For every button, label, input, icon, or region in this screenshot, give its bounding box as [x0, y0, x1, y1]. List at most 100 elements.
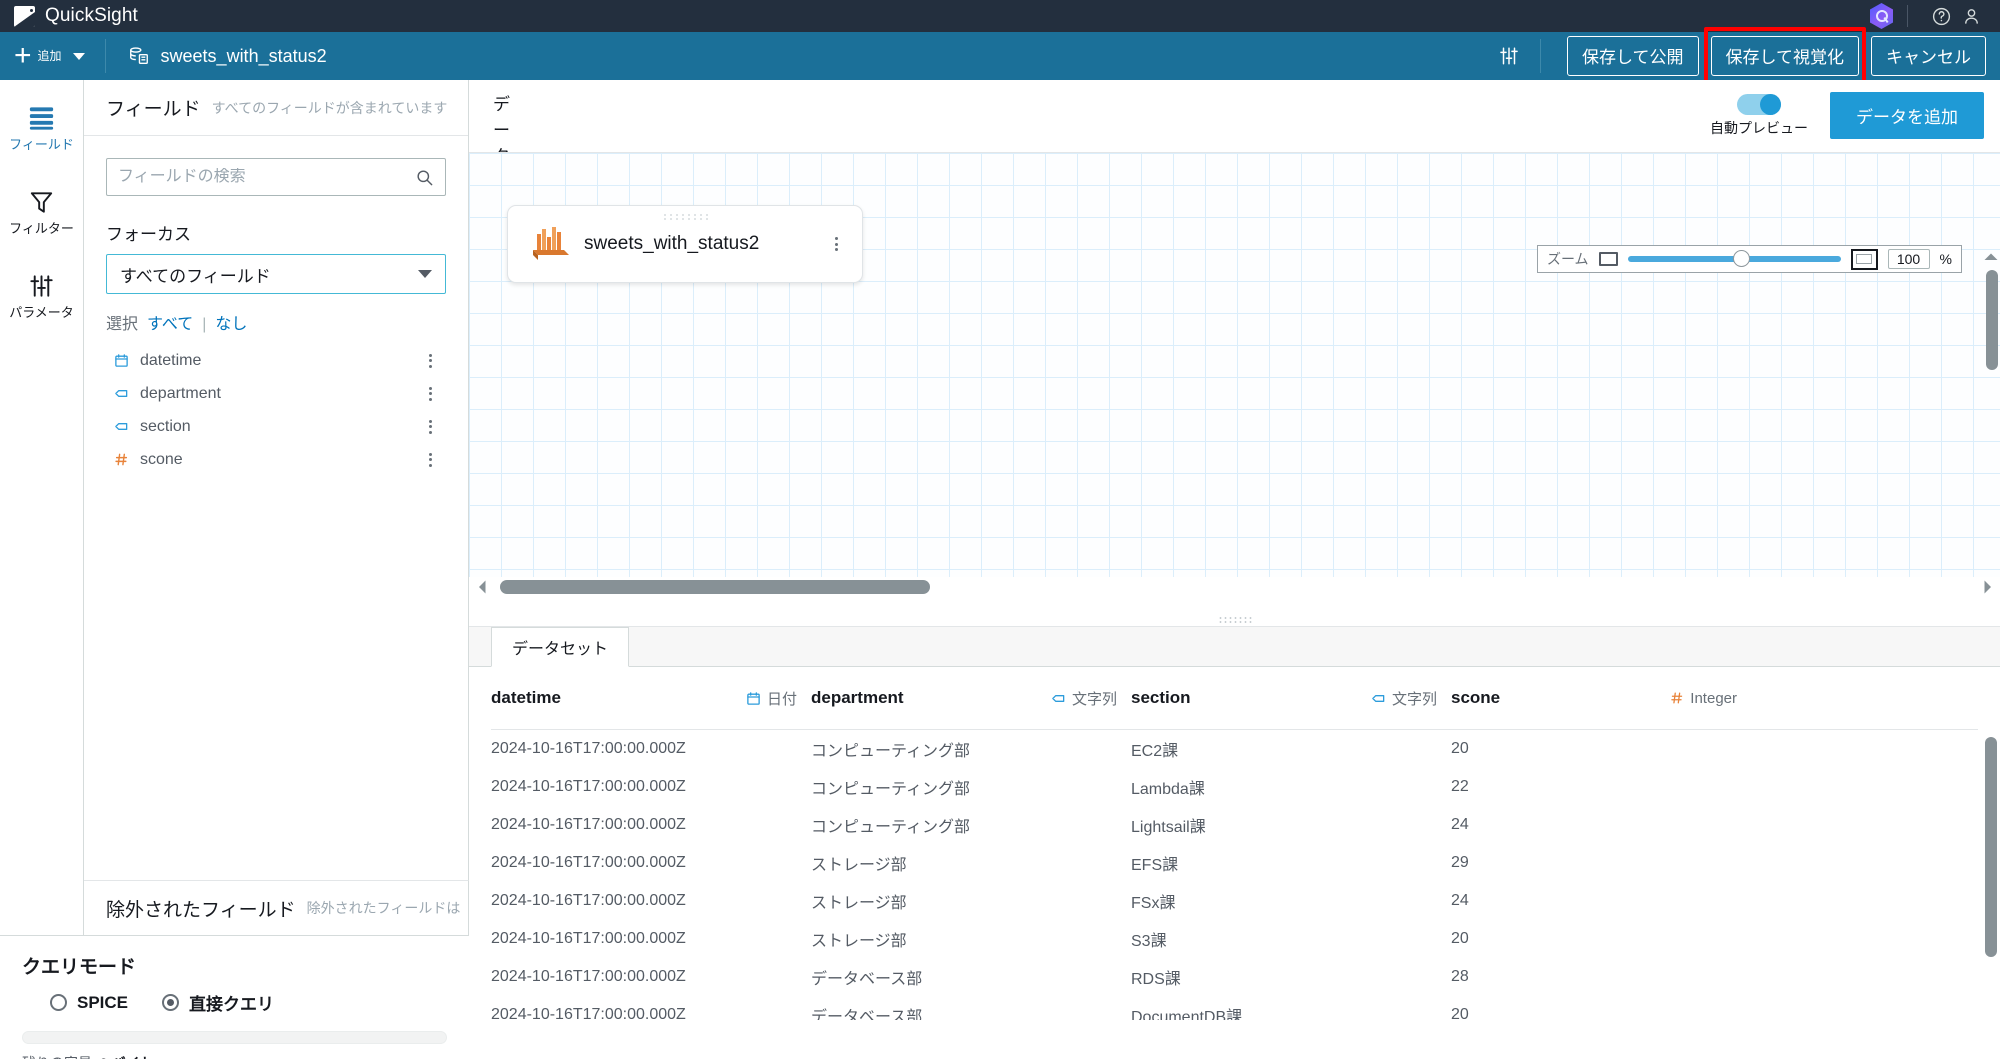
auto-preview-toggle[interactable]: 自動プレビュー [1710, 93, 1808, 138]
table-row[interactable]: 2024-10-16T17:00:00.000Z データベース部 Documen… [469, 996, 2000, 1020]
radio-direct-query[interactable] [162, 994, 180, 1011]
table-header-department[interactable]: department 文字列 [811, 667, 1131, 729]
rail-item-fields[interactable]: フィールド [0, 104, 84, 152]
capacity-progress-bar [22, 1031, 447, 1044]
scroll-left-arrow-icon[interactable] [476, 579, 488, 595]
quicksight-logo[interactable]: QuickSight [14, 5, 138, 27]
kebab-menu-icon[interactable] [425, 350, 436, 372]
save-and-visualize-wrapper: 保存して視覚化 [1703, 27, 1866, 85]
cell-datetime: 2024-10-16T17:00:00.000Z [491, 854, 686, 871]
add-data-button[interactable]: データを追加 [1830, 92, 1984, 139]
table-vertical-scrollbar[interactable] [1985, 737, 1997, 1037]
toggle-switch[interactable] [1737, 93, 1781, 115]
field-label: datetime [140, 351, 202, 369]
scroll-up-arrow-icon[interactable] [1984, 248, 1998, 266]
query-mode-option-spice[interactable]: SPICE [50, 993, 128, 1013]
dataset-title-chip: sweets_with_status2 [128, 45, 327, 67]
drag-grip-icon[interactable] [662, 213, 708, 221]
query-mode-option-direct[interactable]: 直接クエリ [162, 990, 274, 1015]
cell-datetime: 2024-10-16T17:00:00.000Z [491, 740, 686, 757]
user-account-icon[interactable] [1956, 1, 1986, 31]
cell-section: Lightsail課 [1131, 819, 1206, 836]
table-row[interactable]: 2024-10-16T17:00:00.000Z ストレージ部 EFS課 29 [469, 844, 2000, 882]
field-search-box[interactable] [106, 158, 446, 196]
dataset-node-card[interactable]: sweets_with_status2 [507, 205, 863, 283]
table-row[interactable]: 2024-10-16T17:00:00.000Z ストレージ部 FSx課 24 [469, 882, 2000, 920]
search-input[interactable] [118, 168, 407, 186]
canvas-horizontal-scrollbar[interactable] [469, 575, 2000, 599]
field-row-scone[interactable]: scone [106, 443, 446, 476]
cell-datetime: 2024-10-16T17:00:00.000Z [491, 968, 686, 985]
fields-panel-title: フィールド [106, 99, 201, 120]
kebab-menu-icon[interactable] [425, 383, 436, 405]
canvas-grid[interactable]: sweets_with_status2 [469, 152, 2000, 577]
rail-label-filter: フィルター [9, 221, 74, 236]
kebab-menu-icon[interactable] [425, 416, 436, 438]
amazon-q-hexagon-icon[interactable] [1870, 3, 1893, 29]
table-row[interactable]: 2024-10-16T17:00:00.000Z ストレージ部 S3課 20 [469, 920, 2000, 958]
excluded-fields-section[interactable]: 除外されたフィールド 除外されたフィールドは [84, 880, 469, 935]
kebab-menu-icon[interactable] [831, 233, 842, 255]
chevron-down-icon [72, 52, 85, 60]
fit-small-rect-icon[interactable] [1598, 252, 1618, 266]
cancel-button[interactable]: キャンセル [1871, 36, 1986, 76]
focus-select[interactable]: すべてのフィールド [106, 254, 446, 294]
preview-table: datetime 日付 department 文字列 section 文字列 s… [469, 667, 2000, 1020]
fit-large-rect-icon[interactable] [1850, 248, 1878, 270]
dataset-icon [129, 47, 148, 65]
table-header-scone[interactable]: scone Integer [1451, 667, 1751, 729]
save-and-visualize-button[interactable]: 保存して視覚化 [1710, 36, 1859, 76]
cell-department: データベース部 [811, 971, 923, 988]
settings-sliders-icon[interactable] [1492, 39, 1526, 73]
action-bar-right: 保存して公開 保存して視覚化 キャンセル [1492, 27, 2000, 85]
query-mode-label-direct: 直接クエリ [189, 995, 275, 1014]
field-row-section[interactable]: section [106, 410, 446, 443]
action-bar-divider-2 [1540, 39, 1541, 73]
table-row[interactable]: 2024-10-16T17:00:00.000Z コンピューティング部 Ligh… [469, 806, 2000, 844]
fields-panel-header: フィールド すべてのフィールドが含まれています [84, 80, 468, 136]
table-header-section[interactable]: section 文字列 [1131, 667, 1451, 729]
select-all-link[interactable]: すべて [147, 310, 193, 334]
column-type: 日付 [746, 688, 797, 709]
rail-item-parameter[interactable]: パラメータ [0, 272, 84, 320]
drag-grip-icon[interactable] [1217, 616, 1252, 624]
panel-splitter[interactable] [469, 614, 2000, 626]
query-mode-title: クエリモード [22, 957, 137, 978]
kebab-menu-icon[interactable] [425, 449, 436, 471]
zoom-value-input[interactable] [1887, 249, 1930, 269]
field-row-datetime[interactable]: datetime [106, 344, 446, 377]
column-name: department [811, 688, 904, 707]
table-row[interactable]: 2024-10-16T17:00:00.000Z コンピューティング部 Lamb… [469, 768, 2000, 806]
field-label: scone [140, 450, 183, 468]
table-header-datetime[interactable]: datetime 日付 [491, 667, 811, 729]
rail-item-filter[interactable]: フィルター [0, 188, 84, 236]
cell-scone: 24 [1451, 892, 1469, 909]
select-none-link[interactable]: なし [215, 310, 247, 334]
field-label: department [140, 384, 221, 402]
table-row[interactable]: 2024-10-16T17:00:00.000Z コンピューティング部 EC2課… [469, 730, 2000, 768]
cell-datetime: 2024-10-16T17:00:00.000Z [491, 930, 686, 947]
save-and-publish-button[interactable]: 保存して公開 [1567, 36, 1699, 76]
zoom-slider-knob[interactable] [1732, 250, 1750, 267]
cell-datetime: 2024-10-16T17:00:00.000Z [491, 1006, 686, 1020]
radio-spice[interactable] [50, 994, 67, 1011]
column-type: Integer [1670, 690, 1737, 707]
canvas-vertical-scrollbar[interactable] [1984, 248, 1998, 663]
field-list: datetime department section scone [106, 344, 446, 476]
tab-dataset[interactable]: データセット [491, 627, 630, 667]
field-row-department[interactable]: department [106, 377, 446, 410]
select-separator: | [202, 316, 207, 333]
add-button[interactable]: + 追加 [14, 41, 85, 71]
scroll-thumb[interactable] [1985, 737, 1997, 957]
column-type: 文字列 [1051, 688, 1117, 709]
table-row[interactable]: 2024-10-16T17:00:00.000Z データベース部 RDS課 28 [469, 958, 2000, 996]
help-circle-icon[interactable] [1926, 1, 1956, 31]
scroll-thumb[interactable] [500, 580, 930, 594]
zoom-slider[interactable] [1627, 250, 1841, 267]
column-name: section [1131, 688, 1191, 707]
cell-scone: 20 [1451, 930, 1469, 947]
scroll-track[interactable] [488, 580, 1981, 594]
scroll-thumb[interactable] [1986, 270, 1998, 370]
action-bar: + 追加 sweets_with_status2 保存して公開 保存して視覚化 … [0, 27, 2000, 85]
zoom-percent-label: % [1939, 251, 1952, 267]
